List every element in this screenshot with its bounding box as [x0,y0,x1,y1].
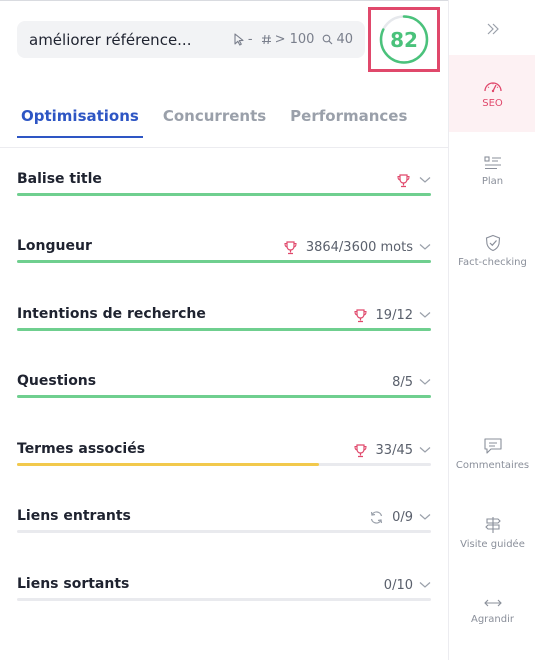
search-stat-value: 40 [336,32,353,47]
progress-fill [17,260,431,263]
progress-track [17,598,431,601]
progress-fill [17,193,431,196]
criteria-row[interactable]: Longueur 3864/3600 mots [17,238,431,268]
progress-fill [17,395,431,398]
double-chevron-right-icon [487,23,499,35]
score-value: 82 [390,27,418,52]
sidebar-label-plan: Plan [481,176,504,187]
sidebar-item-plan[interactable]: Plan [449,155,535,187]
criteria-value: 19/12 [375,307,413,323]
progress-track [17,463,431,466]
tab-optimisations[interactable]: Optimisations [17,104,143,138]
chevron-down-icon[interactable] [419,243,431,251]
collapse-button[interactable] [449,14,535,44]
progress-track [17,193,431,196]
criteria-value: 0/10 [383,577,413,593]
progress-track [17,395,431,398]
criteria-meta [396,171,431,189]
tab-performances[interactable]: Performances [286,104,411,138]
tab-divider [0,147,448,148]
sidebar-label-seo: SEO [482,97,503,109]
criteria-row[interactable]: Questions 8/5 [17,373,431,403]
outline-icon [483,156,501,170]
hash-icon [261,34,271,45]
sidebar-item-fact-checking[interactable]: Fact-checking [449,234,535,268]
criteria-meta: 33/45 [353,441,431,459]
score-highlight: 82 [368,7,440,72]
criteria-value: 33/45 [375,442,413,458]
cursor-stat-value: - [247,32,253,47]
signpost-icon [484,517,501,533]
search-icon [323,34,333,45]
gauge-icon [483,81,502,92]
chevron-down-icon[interactable] [419,581,431,589]
trophy-icon [283,240,298,255]
progress-track [17,530,431,533]
criteria-meta: 19/12 [353,306,431,324]
chevron-down-icon[interactable] [419,311,431,319]
criteria-title: Questions [17,373,97,389]
criteria-meta: 8/5 [392,373,431,391]
criteria-meta: 3864/3600 mots [283,238,431,256]
trophy-icon [396,173,411,188]
criteria-value: 3864/3600 mots [305,239,413,255]
chevron-down-icon[interactable] [419,446,431,454]
trophy-icon [353,443,368,458]
criteria-value: 0/9 [392,509,413,525]
tab-bar: Optimisations Concurrents Performances [17,104,427,138]
criteria-row[interactable]: Termes associés 33/45 [17,441,431,471]
progress-track [17,328,431,331]
expand-arrows-icon [483,599,502,607]
search-stat: 40 [322,32,353,47]
tab-concurrents[interactable]: Concurrents [159,104,270,138]
hash-stat: > 100 [261,32,315,47]
keyword-bar[interactable]: améliorer référence... - > 100 40 [17,21,365,58]
criteria-title: Termes associés [17,441,146,457]
criteria-row[interactable]: Balise title [17,171,431,201]
keyword-text: améliorer référence... [29,30,192,49]
criteria-row[interactable]: Intentions de recherche 19/12 [17,306,431,336]
sidebar-label-fact-checking: Fact-checking [458,257,527,268]
criteria-title: Balise title [17,171,102,187]
sidebar-label-agrandir: Agrandir [470,614,514,625]
refresh-icon [369,510,384,525]
criteria-title: Intentions de recherche [17,306,206,322]
chevron-down-icon[interactable] [419,176,431,184]
criteria-meta: 0/10 [384,576,431,594]
chevron-down-icon[interactable] [419,378,431,386]
right-sidebar: SEO Plan Fact-checking Commentaires Visi… [448,0,535,660]
sidebar-label-commentaires: Commentaires [455,460,530,471]
criteria-row[interactable]: Liens entrants 0/9 [17,508,431,538]
shield-check-icon [485,234,500,252]
criteria-meta: 0/9 [369,508,431,526]
criteria-title: Longueur [17,238,92,254]
progress-track [17,260,431,263]
chevron-down-icon[interactable] [419,513,431,521]
criteria-title: Liens sortants [17,576,130,592]
cursor-icon [234,33,244,46]
criteria-row[interactable]: Liens sortants 0/10 [17,576,431,606]
sidebar-item-visite-guidee[interactable]: Visite guidée [449,516,535,550]
sidebar-label-visite-guidee: Visite guidée [460,539,525,550]
comment-icon [483,438,502,454]
cursor-stat: - [233,32,253,47]
progress-fill [17,328,431,331]
progress-fill [17,463,320,466]
sidebar-item-agrandir[interactable]: Agrandir [449,597,535,625]
sidebar-item-seo[interactable]: SEO [449,55,535,132]
hash-stat-value: > 100 [274,32,315,47]
score-gauge[interactable]: 82 [377,14,431,65]
sidebar-item-commentaires[interactable]: Commentaires [449,437,535,471]
criteria-value: 8/5 [392,374,413,390]
criteria-title: Liens entrants [17,508,131,524]
trophy-icon [353,308,368,323]
seo-panel: améliorer référence... - > 100 40 82 Opt… [0,0,448,660]
